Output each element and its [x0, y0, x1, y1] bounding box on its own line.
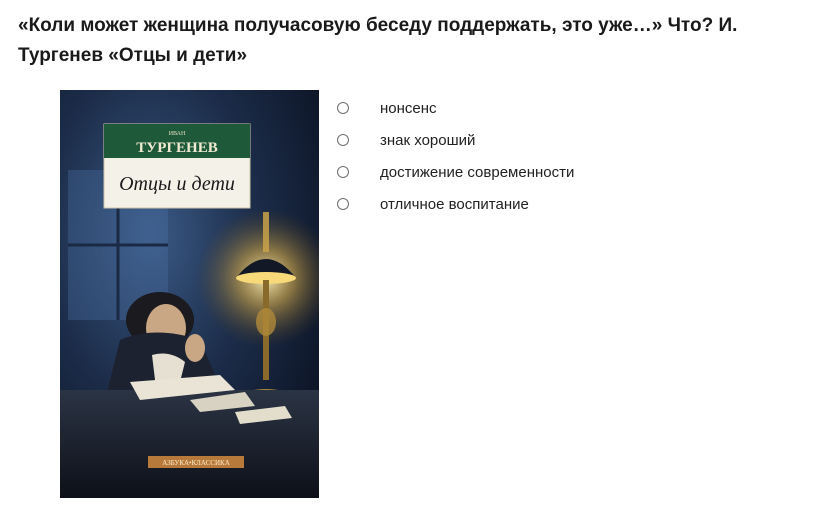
- cover-series: АЗБУКА•КЛАССИКА: [162, 459, 230, 467]
- cover-title: Отцы и дети: [119, 173, 235, 195]
- answer-option-label: знак хороший: [380, 131, 476, 149]
- answer-option-4[interactable]: отличное воспитание: [336, 188, 574, 220]
- book-cover-image: ИВАН ТУРГЕНЕВ Отцы и дети АЗБУКА•КЛАССИК…: [60, 90, 319, 498]
- answer-option-label: достижение современности: [380, 163, 575, 181]
- question-text: «Коли может женщина получасовую беседу п…: [18, 11, 818, 71]
- question-line-1: «Коли может женщина получасовую беседу п…: [18, 15, 738, 36]
- answer-option-label: отличное воспитание: [380, 195, 529, 213]
- answer-option-3[interactable]: достижение современности: [336, 156, 574, 188]
- question-line-2: Тургенев «Отцы и дети»: [18, 45, 248, 66]
- cover-author-small: ИВАН: [169, 131, 186, 137]
- radio-button-icon[interactable]: [337, 102, 349, 114]
- answer-option-label: нонсенс: [380, 99, 437, 117]
- cover-author: ТУРГЕНЕВ: [136, 140, 217, 156]
- answer-options: нонсенс знак хороший достижение современ…: [336, 92, 574, 220]
- radio-button-icon[interactable]: [337, 166, 349, 178]
- radio-button-icon[interactable]: [337, 134, 349, 146]
- answer-option-1[interactable]: нонсенс: [336, 92, 574, 124]
- answer-option-2[interactable]: знак хороший: [336, 124, 574, 156]
- radio-button-icon[interactable]: [337, 198, 349, 210]
